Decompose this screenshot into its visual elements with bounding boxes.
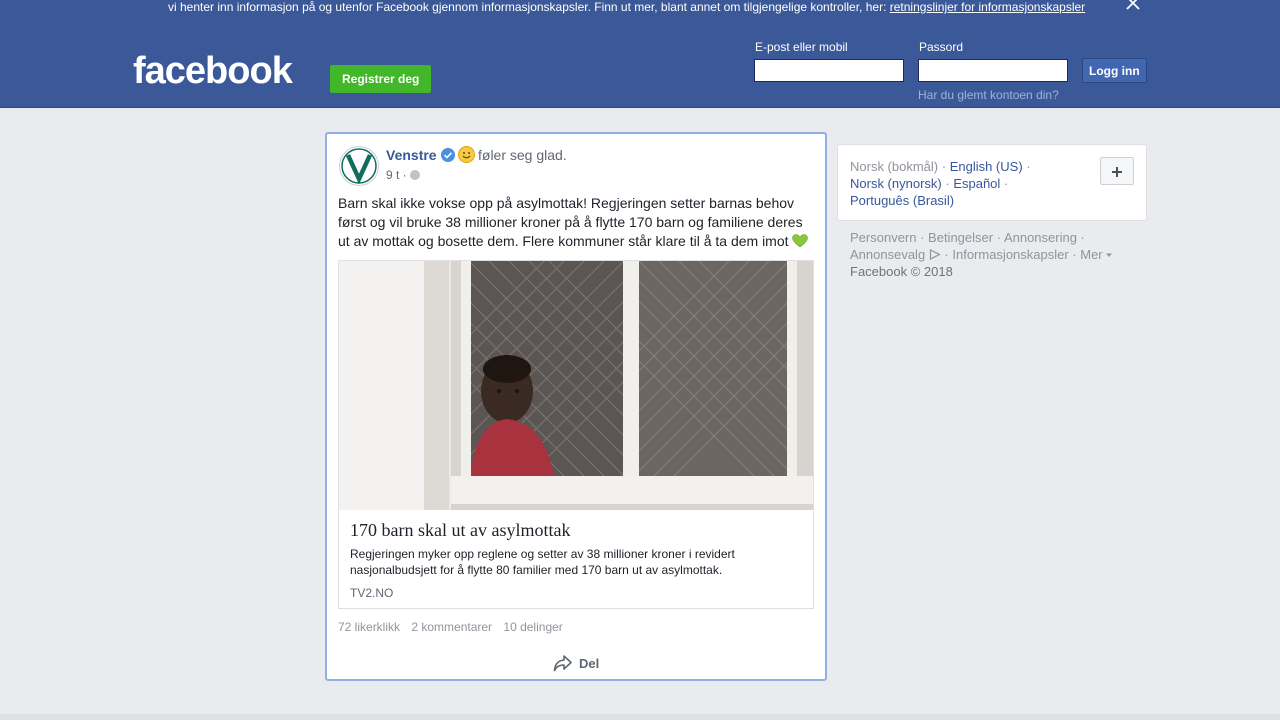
copyright: Facebook © 2018 — [850, 264, 953, 279]
link-preview[interactable]: 170 barn skal ut av asylmottak Regjering… — [338, 260, 814, 609]
footer-link[interactable]: Personvern — [850, 230, 916, 245]
share-button[interactable]: Del — [553, 651, 599, 675]
cookie-message: vi henter inn informasjon på og utenfor … — [168, 0, 890, 14]
verified-icon — [441, 148, 455, 162]
share-label: Del — [579, 655, 600, 671]
footer-link[interactable]: Annonsering — [1004, 230, 1077, 245]
post-author[interactable]: Venstre — [386, 147, 437, 163]
forgot-account-link[interactable]: Har du glemt kontoen din? — [918, 88, 1059, 102]
facebook-logo[interactable]: facebook — [133, 49, 293, 93]
language-option[interactable]: English (US) — [950, 159, 1023, 174]
ad-choices-icon[interactable] — [929, 249, 941, 260]
post-stats: 72 likerklikk 2 kommentarer 10 delinger — [338, 620, 571, 634]
post-text: Barn skal ikke vokse opp på asylmottak! … — [338, 194, 816, 251]
link-domain: TV2.NO — [350, 586, 394, 600]
cookie-text: vi henter inn informasjon på og utenfor … — [168, 0, 1085, 14]
likes-count[interactable]: 72 likerklikk — [338, 620, 400, 634]
more-languages-button[interactable] — [1100, 157, 1134, 185]
footer-link[interactable]: Betingelser — [928, 230, 993, 245]
link-description: Regjeringen myker opp reglene og setter … — [350, 547, 735, 577]
avatar[interactable] — [339, 146, 379, 186]
close-icon[interactable] — [1124, 0, 1142, 12]
share-icon — [553, 655, 572, 672]
post-card: Venstre føler seg glad. 9 t · Barn skal … — [325, 132, 827, 681]
top-header: facebook Registrer deg E-post eller mobi… — [0, 25, 1280, 108]
shares-count[interactable]: 10 delinger — [503, 620, 562, 634]
footer-links: Personvern · Betingelser · Annonsering ·… — [850, 229, 1146, 280]
password-field[interactable] — [918, 59, 1068, 82]
email-field[interactable] — [754, 59, 904, 82]
post-timestamp[interactable]: 9 t · — [386, 168, 407, 182]
post-feeling: føler seg glad. — [478, 147, 567, 163]
comments-count[interactable]: 2 kommentarer — [411, 620, 492, 634]
language-option[interactable]: Norsk (nynorsk) — [850, 176, 942, 191]
footer-link[interactable]: Informasjonskapsler — [952, 247, 1068, 262]
login-button[interactable]: Logg inn — [1082, 58, 1147, 83]
password-label: Passord — [919, 40, 964, 54]
language-option[interactable]: Español — [953, 176, 1000, 191]
link-preview-image[interactable] — [339, 261, 813, 510]
footer-link[interactable]: Annonsevalg — [850, 247, 925, 262]
bottom-bar — [0, 714, 1280, 720]
happy-emoji-icon — [458, 146, 475, 163]
chevron-down-icon[interactable] — [1106, 253, 1113, 258]
register-button[interactable]: Registrer deg — [330, 65, 432, 93]
link-title[interactable]: 170 barn skal ut av asylmottak — [350, 520, 570, 541]
language-selector: Norsk (bokmål) · English (US) · Norsk (n… — [837, 144, 1147, 221]
language-list: Norsk (bokmål) · English (US) · Norsk (n… — [850, 159, 1031, 208]
cookie-policy-link[interactable]: retningslinjer for informasjonskapsler — [890, 0, 1085, 14]
current-language: Norsk (bokmål) — [850, 159, 939, 174]
green-heart-icon — [792, 234, 809, 248]
post-body: Barn skal ikke vokse opp på asylmottak! … — [338, 195, 803, 249]
cookie-banner: vi henter inn informasjon på og utenfor … — [0, 0, 1280, 25]
globe-icon — [410, 170, 420, 180]
language-option[interactable]: Português (Brasil) — [850, 193, 954, 208]
email-label: E-post eller mobil — [755, 40, 848, 54]
footer-link[interactable]: Mer — [1080, 247, 1102, 262]
